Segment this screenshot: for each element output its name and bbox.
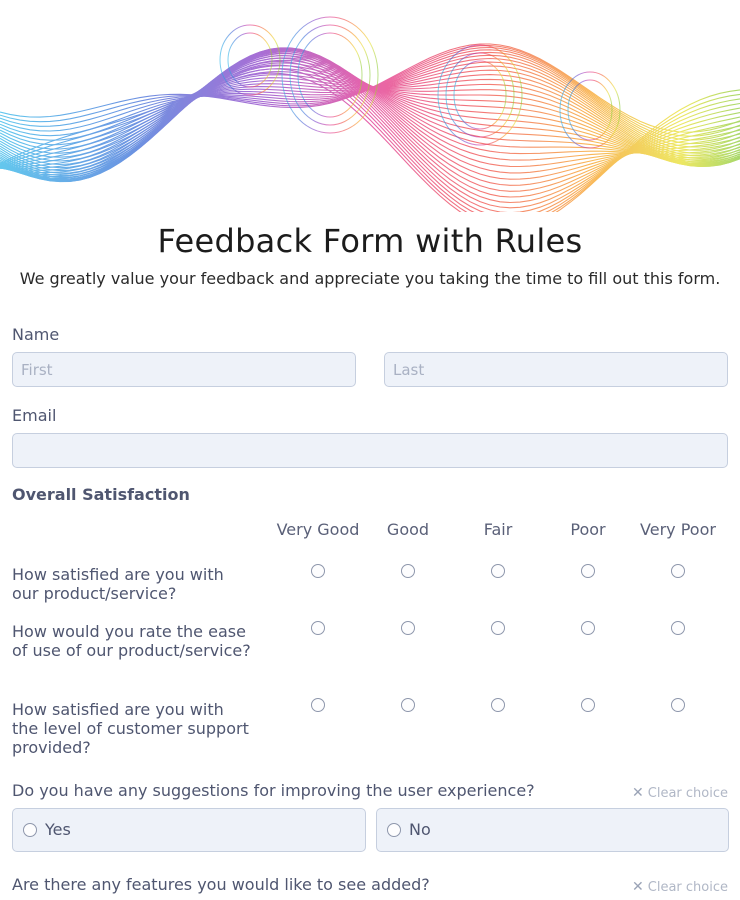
choice-no[interactable]: No (376, 808, 729, 852)
question-features: Are there any features you would like to… (12, 875, 430, 894)
name-label: Name (12, 325, 60, 344)
radio-good[interactable] (401, 621, 415, 635)
radio-good[interactable] (401, 698, 415, 712)
clear-choice-features[interactable]: ✕ Clear choice (632, 879, 728, 895)
col-header-good: Good (386, 520, 430, 539)
radio-poor[interactable] (581, 564, 595, 578)
radio-fair[interactable] (491, 621, 505, 635)
choice-yes-label: Yes (45, 820, 71, 839)
last-name-input[interactable] (384, 352, 728, 387)
question-suggestions: Do you have any suggestions for improvin… (12, 781, 535, 800)
choice-no-label: No (409, 820, 431, 839)
choice-yes[interactable]: Yes (12, 808, 366, 852)
header-banner (0, 0, 740, 212)
col-header-very-poor: Very Poor (640, 520, 716, 539)
email-label: Email (12, 406, 57, 425)
matrix-row-label: How satisfied are you with our product/s… (12, 565, 224, 603)
radio-good[interactable] (401, 564, 415, 578)
clear-choice-label: Clear choice (647, 786, 728, 801)
first-name-input[interactable] (12, 352, 356, 387)
radio-fair[interactable] (491, 564, 505, 578)
close-icon: ✕ (632, 785, 644, 801)
col-header-very-good: Very Good (276, 520, 360, 539)
radio-poor[interactable] (581, 621, 595, 635)
rainbow-wave-graphic (0, 16, 740, 212)
radio-very-good[interactable] (311, 698, 325, 712)
radio-poor[interactable] (581, 698, 595, 712)
radio-fair[interactable] (491, 698, 505, 712)
form-title: Feedback Form with Rules (157, 222, 583, 260)
wave-line (0, 60, 740, 212)
email-input[interactable] (12, 433, 728, 468)
section-title-satisfaction: Overall Satisfaction (12, 485, 190, 504)
radio-yes[interactable] (23, 823, 37, 837)
radio-very-good[interactable] (311, 564, 325, 578)
col-header-fair: Fair (483, 520, 513, 539)
radio-no[interactable] (387, 823, 401, 837)
form-subtitle: We greatly value your feedback and appre… (19, 269, 721, 288)
radio-very-poor[interactable] (671, 564, 685, 578)
close-icon: ✕ (632, 879, 644, 895)
matrix-row-label: How would you rate the ease of use of ou… (12, 622, 251, 660)
matrix-row-label: How satisfied are you with the level of … (12, 700, 249, 757)
clear-choice-suggestions[interactable]: ✕ Clear choice (632, 785, 728, 801)
clear-choice-label: Clear choice (647, 880, 728, 895)
radio-very-poor[interactable] (671, 698, 685, 712)
radio-very-good[interactable] (311, 621, 325, 635)
col-header-poor: Poor (570, 520, 606, 539)
radio-very-poor[interactable] (671, 621, 685, 635)
